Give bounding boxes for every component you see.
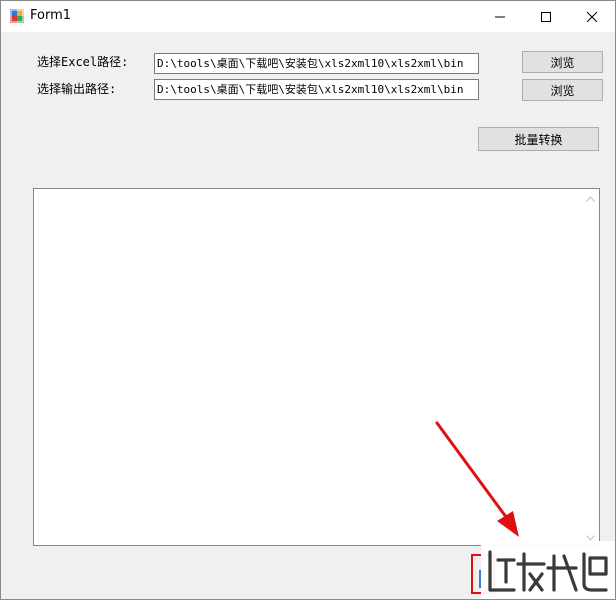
chevron-up-icon	[586, 191, 595, 205]
watermark-logo	[481, 541, 615, 599]
minimize-button[interactable]	[477, 1, 523, 32]
app-icon	[10, 9, 24, 23]
minimize-icon	[495, 12, 505, 22]
output-path-input[interactable]: D:\tools\桌面\下载吧\安装包\xls2xml10\xls2xml\bi…	[154, 79, 479, 100]
maximize-icon	[541, 11, 551, 22]
maximize-button[interactable]	[523, 1, 569, 32]
window-title: Form1	[30, 8, 72, 23]
output-path-label: 选择输出路径:	[37, 82, 117, 96]
batch-convert-button[interactable]: 批量转换	[478, 127, 599, 151]
annotation-arrow	[421, 411, 531, 551]
title-bar[interactable]: Form1	[1, 1, 615, 32]
browse-output-button[interactable]: 浏览	[522, 79, 603, 101]
browse-excel-button[interactable]: 浏览	[522, 51, 603, 73]
close-button[interactable]	[569, 1, 615, 32]
excel-path-input[interactable]: D:\tools\桌面\下载吧\安装包\xls2xml10\xls2xml\bi…	[154, 53, 479, 74]
main-window: Form1 选择Excel路径: D:\tools\桌面\下载吧\安装包\xls…	[0, 0, 616, 600]
excel-path-label: 选择Excel路径:	[37, 55, 129, 69]
scroll-up-button[interactable]	[582, 189, 599, 206]
vertical-scrollbar[interactable]	[582, 189, 599, 545]
close-icon	[587, 11, 597, 22]
